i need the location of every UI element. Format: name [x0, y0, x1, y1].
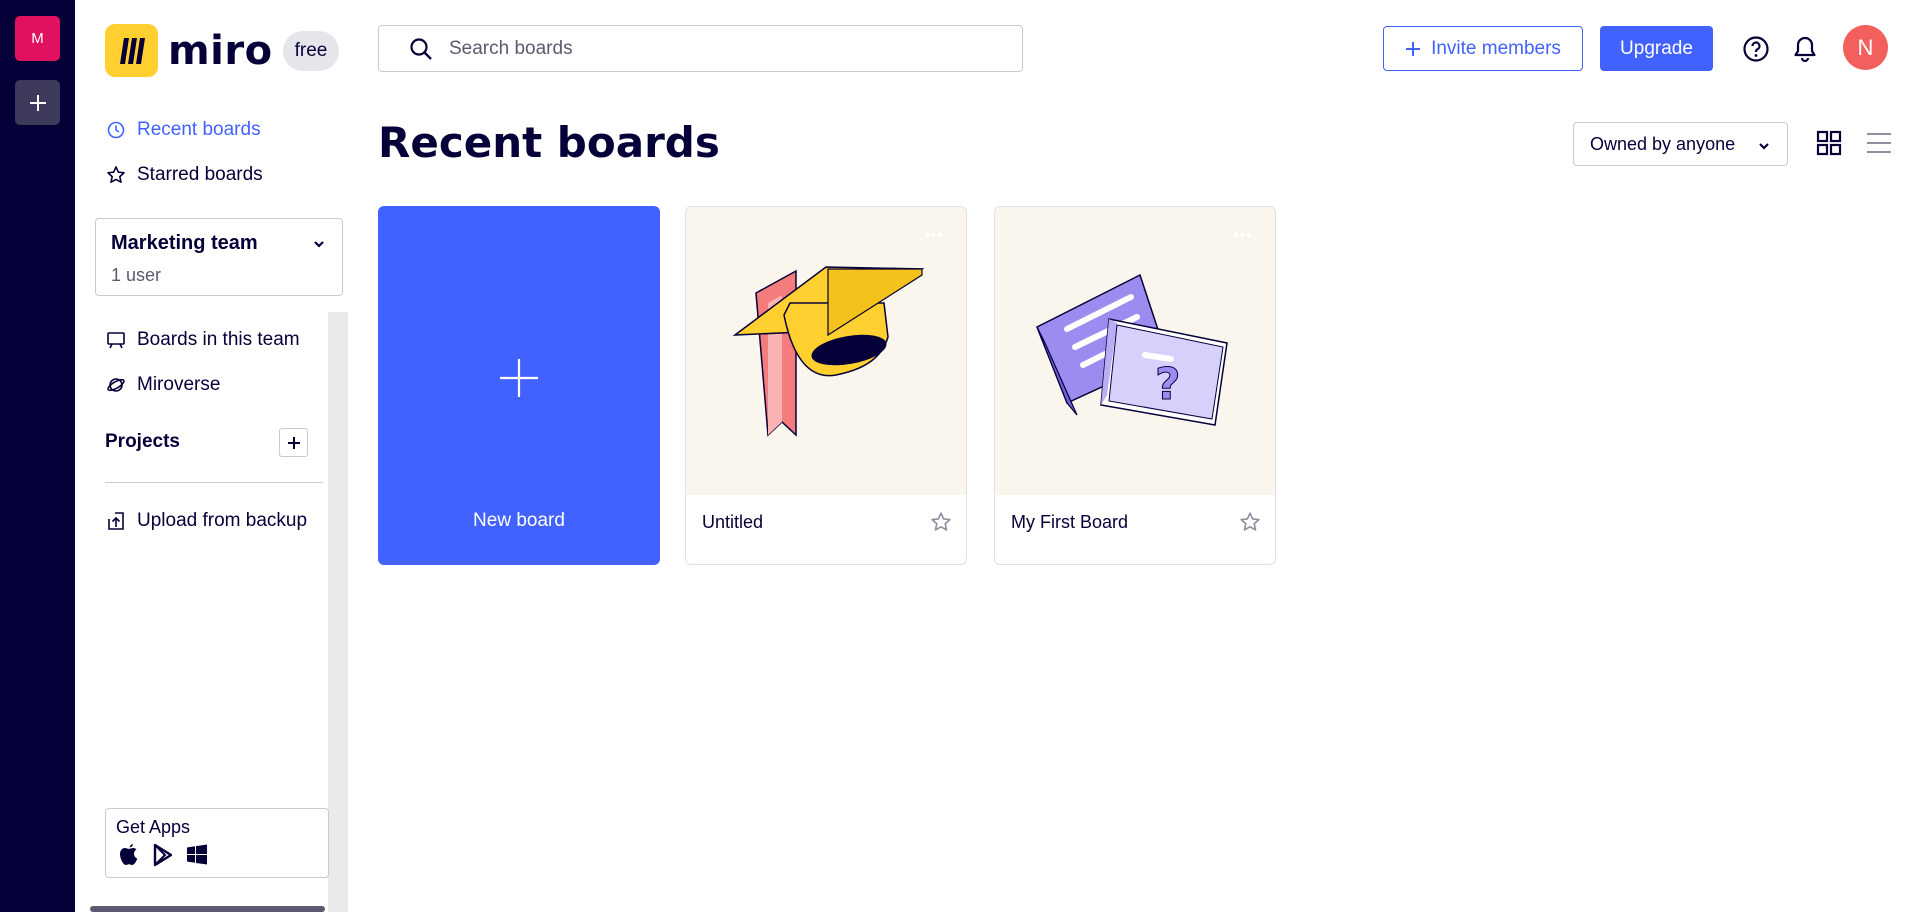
user-avatar[interactable]: N [1843, 25, 1888, 70]
new-board-label: New board [473, 510, 565, 531]
team-rail: M [0, 0, 75, 912]
add-team-button[interactable] [15, 80, 60, 125]
team-initial: M [31, 30, 44, 47]
chevron-down-icon [1757, 137, 1771, 158]
get-apps-title: Get Apps [116, 817, 191, 837]
horizontal-scrollbar[interactable] [90, 906, 325, 912]
miro-logo[interactable]: miro free [105, 24, 340, 77]
search-input[interactable] [449, 37, 969, 60]
search-box[interactable] [378, 25, 1023, 72]
board-thumbnail: ? ••• [995, 207, 1275, 495]
invite-members-button[interactable]: Invite members [1383, 26, 1583, 71]
nav-starred-boards[interactable]: Starred boards [105, 164, 263, 186]
graduation-cap-icon [732, 266, 925, 437]
nav-miroverse-label: Miroverse [137, 374, 221, 395]
plan-badge: free [282, 30, 340, 71]
planet-icon [105, 374, 127, 396]
team-user-count: 1 user [111, 265, 162, 285]
invite-members-label: Invite members [1431, 37, 1561, 59]
get-apps-panel: Get Apps [105, 808, 329, 878]
plus-icon [1405, 41, 1421, 57]
more-options-icon[interactable]: ••• [924, 227, 944, 245]
sidebar-divider [105, 482, 323, 483]
projects-heading: Projects [105, 431, 180, 452]
upgrade-button[interactable]: Upgrade [1600, 26, 1713, 71]
plus-icon [499, 358, 539, 403]
sidebar-scrollbar[interactable] [328, 312, 348, 912]
board-thumbnail: ••• [686, 207, 966, 495]
team-name: Marketing team [111, 232, 258, 254]
google-play-icon[interactable] [152, 843, 174, 872]
nav-miroverse[interactable]: Miroverse [105, 374, 220, 396]
nav-boards-label: Boards in this team [137, 329, 300, 350]
upload-icon [105, 510, 127, 532]
new-board-button[interactable]: New board [378, 206, 660, 565]
question-cards-icon: ? [1036, 273, 1228, 426]
search-icon [409, 37, 433, 61]
board-title: Untitled [702, 512, 764, 532]
board-title: My First Board [1011, 512, 1129, 532]
board-card[interactable]: ••• Untitled [685, 206, 967, 565]
help-icon[interactable] [1742, 35, 1770, 68]
owner-filter-value: Owned by anyone [1590, 133, 1736, 154]
team-avatar-button[interactable]: M [15, 16, 60, 61]
user-initial: N [1857, 34, 1874, 60]
nav-boards-in-team[interactable]: Boards in this team [105, 329, 300, 351]
add-project-button[interactable] [279, 428, 308, 457]
upload-from-backup[interactable]: Upload from backup [105, 510, 307, 532]
upload-label: Upload from backup [137, 510, 308, 531]
apple-icon[interactable] [118, 843, 140, 872]
nav-recent-boards[interactable]: Recent boards [105, 119, 261, 141]
chevron-down-icon [312, 237, 326, 256]
team-selector[interactable]: Marketing team 1 user [95, 218, 343, 296]
star-icon[interactable] [930, 511, 952, 538]
star-icon [105, 164, 127, 186]
star-icon[interactable] [1239, 511, 1261, 538]
miro-logo-icon [105, 24, 158, 77]
sidebar: miro free Recent boards Starred boards M… [75, 0, 348, 912]
list-view-icon[interactable] [1866, 130, 1892, 161]
page-title: Recent boards [378, 118, 720, 167]
plus-icon [29, 94, 46, 111]
nav-starred-label: Starred boards [137, 164, 263, 185]
owner-filter-dropdown[interactable]: Owned by anyone [1573, 122, 1788, 166]
nav-recent-label: Recent boards [137, 119, 261, 140]
grid-view-icon[interactable] [1816, 130, 1842, 161]
bell-icon[interactable] [1792, 35, 1818, 68]
board-icon [105, 329, 127, 351]
windows-icon[interactable] [186, 843, 208, 872]
board-card[interactable]: ? ••• My First Board [994, 206, 1276, 565]
svg-text:?: ? [1155, 359, 1181, 410]
clock-icon [105, 119, 127, 141]
logo-text: miro [168, 27, 273, 74]
plus-icon [287, 436, 300, 449]
more-options-icon[interactable]: ••• [1233, 227, 1253, 245]
